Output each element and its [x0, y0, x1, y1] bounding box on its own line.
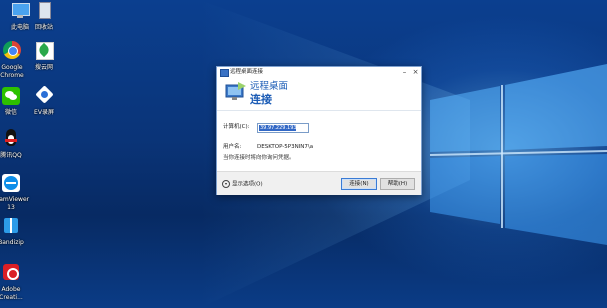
connect-button[interactable]: 连接(N): [341, 178, 377, 190]
username-label: 用户名:: [223, 144, 242, 150]
header-title-line2: 连接: [250, 93, 272, 106]
desktop-icon-label: Bandizip: [0, 239, 24, 246]
desktop-icon-adobe-creative[interactable]: Adobe Creati...: [0, 262, 31, 302]
username-value: DESKTOP-5P3NIN7\a: [257, 144, 314, 150]
minimize-icon[interactable]: –: [399, 67, 410, 77]
header-title-line1: 远程桌面: [250, 81, 289, 92]
credentials-note: 当你连接时将向你询问凭据。: [223, 155, 295, 161]
desktop-icon-label: EV录屏: [34, 109, 54, 116]
desktop-icon-ev-recorder[interactable]: EV录屏: [24, 85, 64, 117]
help-button[interactable]: 帮助(H): [380, 178, 415, 190]
chrome-icon: [1, 40, 23, 62]
desktop-icon-label: 回收站: [34, 24, 53, 31]
dialog-titlebar[interactable]: 远程桌面连接 – ×: [217, 67, 421, 78]
desktop-icon-tencent-qq[interactable]: 腾讯QQ: [0, 128, 31, 160]
desktop-icon-label: 搜云网: [34, 64, 53, 71]
wechat-icon: [0, 85, 22, 107]
remote-desktop-monitor-icon: [225, 82, 246, 100]
desktop-icon-recycle-bin[interactable]: 回收站: [24, 0, 64, 32]
window-title: 远程桌面连接: [230, 69, 264, 75]
leaf-app-icon: [33, 40, 55, 62]
bandizip-icon: [0, 215, 22, 237]
close-icon[interactable]: ×: [410, 67, 421, 77]
remote-desktop-app-icon: [220, 69, 229, 77]
dialog-header: 远程桌面 连接: [217, 78, 421, 110]
qq-penguin-icon: [0, 128, 22, 150]
show-options-toggle[interactable]: ▾ 显示选项(O): [222, 180, 263, 189]
desktop-icon-label: TeamViewer 13: [0, 196, 30, 211]
computer-input-value: 39.97.229.193: [259, 125, 297, 131]
show-options-label: 显示选项(O): [232, 181, 263, 188]
adobe-cc-icon: [0, 262, 22, 284]
ev-recorder-icon: [33, 85, 55, 107]
teamviewer-icon: [0, 172, 22, 194]
desktop-icon-bandizip[interactable]: Bandizip: [0, 215, 31, 247]
recycle-bin-icon: [33, 0, 55, 22]
desktop-icon-label: Adobe Creati...: [0, 286, 23, 301]
computer-label: 计算机(C):: [223, 124, 250, 130]
desktop-icon-app-green[interactable]: 搜云网: [24, 40, 64, 72]
desktop-icon-label: 腾讯QQ: [0, 152, 22, 159]
remote-desktop-dialog[interactable]: 远程桌面连接 – × 远程桌面 连接 计算机(C): 39.97.229.193…: [216, 66, 422, 195]
dialog-footer: ▾ 显示选项(O) 连接(N) 帮助(H): [217, 171, 421, 195]
chevron-down-icon: ▾: [222, 180, 230, 188]
computer-input[interactable]: 39.97.229.193: [257, 123, 309, 133]
desktop-icon-teamviewer[interactable]: TeamViewer 13: [0, 172, 31, 212]
